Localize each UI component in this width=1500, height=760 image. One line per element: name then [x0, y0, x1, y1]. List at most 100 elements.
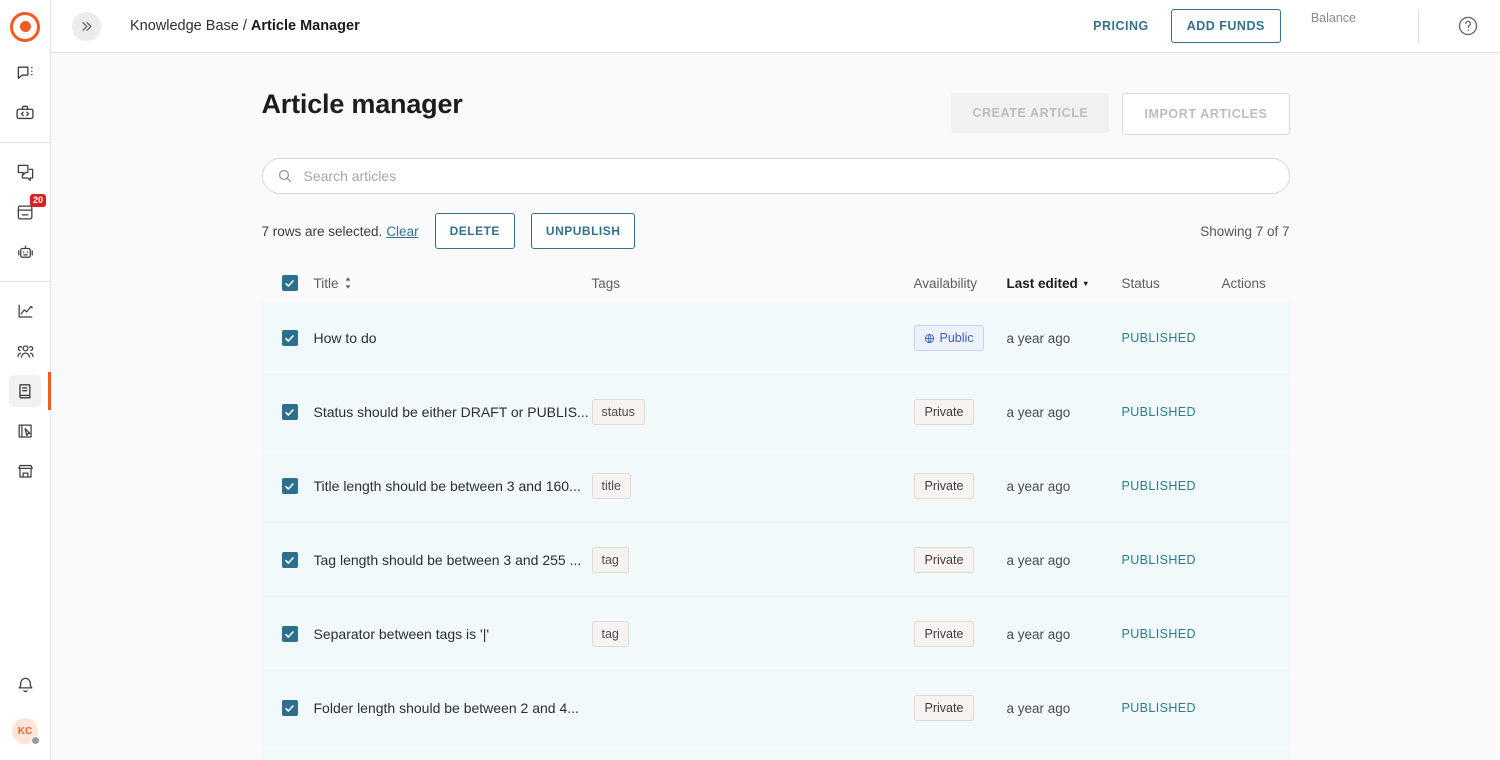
sidebar-item-developer[interactable] [9, 97, 41, 129]
row-title-cell: Separator between tags is '|' [314, 626, 592, 642]
delete-button[interactable]: DELETE [435, 213, 515, 249]
sidebar-collapse-button[interactable] [72, 12, 101, 41]
availability-badge-private: Private [914, 399, 975, 425]
page-header: Article manager CREATE ARTICLE IMPORT AR… [262, 89, 1290, 135]
checkmark-icon [284, 555, 295, 566]
row-tags-cell: tag [592, 547, 914, 573]
row-title: Title length should be between 3 and 160… [314, 478, 581, 494]
row-title-cell: Status should be either DRAFT or PUBLIS.… [314, 404, 592, 420]
row-last-edited-cell: a year ago [1007, 701, 1122, 716]
row-status-cell: PUBLISHED [1122, 627, 1222, 641]
tag-chip[interactable]: tag [592, 547, 629, 573]
sidebar-item-analytics[interactable] [9, 295, 41, 327]
row-availability-cell: Public [914, 325, 1007, 351]
table-row[interactable]: Separator between tags is '|'tagPrivatea… [262, 598, 1290, 670]
row-checkbox[interactable] [282, 478, 298, 494]
row-last-edited-cell: a year ago [1007, 479, 1122, 494]
row-status-badge: PUBLISHED [1122, 553, 1196, 567]
select-all-checkbox-cell [282, 275, 314, 291]
table-row[interactable]: Tag length should be between 3 and 255 .… [262, 524, 1290, 596]
add-funds-button[interactable]: ADD FUNDS [1171, 9, 1281, 43]
sidebar-group-1 [0, 53, 51, 133]
column-header-actions: Actions [1222, 276, 1302, 291]
sidebar-item-team[interactable] [9, 335, 41, 367]
row-last-edited: a year ago [1007, 479, 1071, 494]
search-icon [277, 168, 293, 184]
analytics-icon [16, 302, 35, 321]
column-header-tags[interactable]: Tags [592, 276, 914, 291]
row-last-edited: a year ago [1007, 627, 1071, 642]
row-checkbox-cell [282, 700, 314, 716]
select-all-checkbox[interactable] [282, 275, 298, 291]
row-checkbox[interactable] [282, 626, 298, 642]
team-icon [16, 342, 35, 361]
row-checkbox[interactable] [282, 404, 298, 420]
sidebar-group-3 [0, 291, 51, 491]
tag-chip[interactable]: status [592, 399, 645, 425]
row-last-edited: a year ago [1007, 405, 1071, 420]
breadcrumb-separator: / [243, 18, 247, 34]
checkmark-icon [284, 333, 295, 344]
table-row[interactable]: How to doPublica year agoPUBLISHED [262, 302, 1290, 374]
search-bar[interactable] [262, 158, 1290, 194]
clear-selection-link[interactable]: Clear [386, 224, 418, 239]
row-checkbox[interactable] [282, 330, 298, 346]
toolbox-code-icon [15, 103, 35, 123]
import-articles-button[interactable]: IMPORT ARTICLES [1122, 93, 1289, 135]
row-checkbox[interactable] [282, 700, 298, 716]
marketplace-icon [16, 462, 35, 481]
availability-badge-private: Private [914, 547, 975, 573]
sidebar-item-marketplace[interactable] [9, 455, 41, 487]
unpublish-button[interactable]: UNPUBLISH [531, 213, 636, 249]
column-header-title-label: Title [314, 276, 339, 291]
create-article-button[interactable]: CREATE ARTICLE [951, 93, 1109, 133]
sidebar-item-notifications[interactable] [9, 669, 41, 701]
row-status-cell: PUBLISHED [1122, 405, 1222, 419]
avatar[interactable]: KC [12, 718, 38, 744]
row-title: Separator between tags is '|' [314, 626, 490, 642]
tag-chip[interactable]: title [592, 473, 631, 499]
row-last-edited-cell: a year ago [1007, 627, 1122, 642]
help-circle-icon [1457, 15, 1479, 37]
table-row[interactable] [262, 746, 1290, 760]
checkmark-icon [284, 703, 295, 714]
checkmark-icon [284, 481, 295, 492]
sidebar-item-chats[interactable] [9, 57, 41, 89]
checkmark-icon [284, 629, 295, 640]
row-tags-cell: status [592, 399, 914, 425]
breadcrumb-root[interactable]: Knowledge Base [130, 18, 239, 34]
sidebar-item-conversations[interactable] [9, 156, 41, 188]
search-input[interactable] [304, 168, 1275, 184]
sidebar-item-widget[interactable] [9, 415, 41, 447]
widget-icon [16, 422, 35, 441]
showing-count: Showing 7 of 7 [1200, 224, 1289, 239]
row-title: Tag length should be between 3 and 255 .… [314, 552, 582, 568]
row-title-cell: Folder length should be between 2 and 4.… [314, 700, 592, 716]
sidebar-item-knowledge-base[interactable] [9, 375, 41, 407]
sidebar: 20 [0, 0, 51, 760]
row-checkbox-cell [282, 330, 314, 346]
table-row[interactable]: Status should be either DRAFT or PUBLIS.… [262, 376, 1290, 448]
row-title: Status should be either DRAFT or PUBLIS.… [314, 404, 589, 420]
row-last-edited-cell: a year ago [1007, 553, 1122, 568]
help-button[interactable] [1456, 14, 1480, 38]
column-header-status[interactable]: Status [1122, 276, 1222, 291]
column-header-availability[interactable]: Availability [914, 276, 1007, 291]
row-checkbox-cell [282, 626, 314, 642]
pricing-link[interactable]: PRICING [1083, 13, 1159, 39]
table-row[interactable]: Title length should be between 3 and 160… [262, 450, 1290, 522]
column-header-last-edited[interactable]: Last edited ▾ [1007, 276, 1122, 291]
row-status-badge: PUBLISHED [1122, 701, 1196, 715]
sidebar-item-bots[interactable] [9, 236, 41, 268]
column-header-title[interactable]: Title [314, 276, 592, 291]
sidebar-item-inbox[interactable]: 20 [9, 196, 41, 228]
tag-chip[interactable]: tag [592, 621, 629, 647]
table-row[interactable]: Folder length should be between 2 and 4.… [262, 672, 1290, 744]
topbar: Knowledge Base / Article Manager PRICING… [51, 0, 1500, 53]
row-checkbox-cell [282, 478, 314, 494]
row-availability-cell: Private [914, 473, 1007, 499]
sidebar-divider-1 [0, 142, 51, 143]
app-logo[interactable] [0, 0, 51, 53]
row-status-badge: PUBLISHED [1122, 405, 1196, 419]
row-checkbox[interactable] [282, 552, 298, 568]
